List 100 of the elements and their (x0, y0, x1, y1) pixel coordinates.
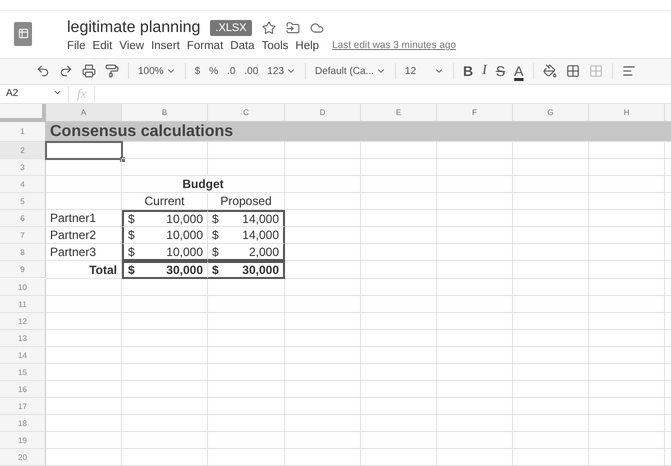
selected-cell[interactable] (45, 141, 123, 160)
grid-cell[interactable] (437, 210, 513, 227)
grid-cell[interactable] (208, 313, 285, 330)
grid-cell[interactable] (361, 261, 437, 279)
grid-cell[interactable] (285, 279, 361, 296)
grid-cell[interactable] (589, 176, 665, 193)
grid-cell[interactable] (122, 296, 208, 313)
menu-item[interactable]: Help (295, 40, 320, 52)
grid-cell[interactable] (361, 279, 437, 296)
column-header[interactable]: E (361, 104, 437, 122)
grid-cell[interactable] (46, 193, 122, 210)
column-header[interactable]: F (437, 104, 513, 122)
merge-cells-icon[interactable] (588, 64, 603, 78)
grid-cell[interactable] (589, 449, 665, 466)
grid-cell[interactable] (513, 330, 589, 347)
grid-cell[interactable] (361, 296, 437, 313)
fill-color-icon[interactable] (542, 64, 557, 78)
grid-cell[interactable] (437, 347, 513, 364)
grid-cell[interactable] (589, 364, 665, 381)
grid-cell[interactable] (589, 193, 665, 210)
grid-cell[interactable] (513, 415, 589, 432)
grid-cell[interactable] (285, 313, 361, 330)
grid-cell[interactable]: Proposed (208, 193, 285, 210)
grid-cell[interactable] (361, 415, 437, 432)
grid-cell[interactable] (589, 142, 665, 159)
redo-icon[interactable] (59, 64, 73, 78)
grid-cell[interactable] (361, 142, 437, 159)
grid-cell[interactable] (589, 432, 665, 449)
grid-cell[interactable] (122, 364, 208, 381)
select-all-corner[interactable] (0, 104, 46, 122)
grid-cell[interactable] (285, 449, 361, 466)
grid-cell[interactable] (437, 244, 513, 261)
italic-button[interactable]: I (482, 63, 487, 80)
grid-cell[interactable] (437, 296, 513, 313)
grid-cell[interactable] (208, 347, 285, 364)
grid-cell[interactable] (285, 210, 361, 227)
align-icon[interactable] (622, 64, 636, 78)
grid-cell[interactable] (285, 296, 361, 313)
grid-cell[interactable]: Partner2 (46, 227, 122, 244)
grid-cell[interactable] (513, 210, 589, 227)
grid-cell[interactable] (513, 347, 589, 364)
amount-cell[interactable]: $ 10,000 (122, 227, 208, 244)
name-box[interactable]: A2 (0, 88, 68, 100)
grid-cell[interactable] (513, 449, 589, 466)
amount-cell[interactable]: $ 10,000 (122, 210, 208, 227)
menu-item[interactable]: Insert (151, 40, 180, 52)
grid-cell[interactable] (122, 142, 208, 159)
grid-cell[interactable] (513, 313, 589, 330)
grid-cell[interactable] (46, 330, 122, 347)
grid-cell[interactable] (437, 432, 513, 449)
amount-cell[interactable]: $ 2,000 (208, 244, 285, 261)
grid-cell[interactable] (122, 279, 208, 296)
grid-cell[interactable] (437, 193, 513, 210)
grid-cell[interactable] (46, 347, 122, 364)
grid-cell[interactable] (361, 193, 437, 210)
print-icon[interactable] (82, 64, 96, 78)
grid-cell[interactable] (46, 415, 122, 432)
grid-cell[interactable] (285, 227, 361, 244)
grid-cell[interactable] (513, 193, 589, 210)
grid-cell[interactable] (361, 244, 437, 261)
grid-cell[interactable]: Partner3 (46, 244, 122, 261)
menu-item[interactable]: Edit (92, 40, 112, 52)
grid-cell[interactable] (513, 227, 589, 244)
grid-cell[interactable] (46, 381, 122, 398)
grid-cell[interactable] (513, 142, 589, 159)
grid-cell[interactable] (208, 364, 285, 381)
grid-cell[interactable] (513, 279, 589, 296)
grid-cell[interactable] (589, 330, 665, 347)
grid-cell[interactable] (361, 210, 437, 227)
grid-cell[interactable] (208, 398, 285, 415)
fill-handle[interactable] (120, 157, 125, 162)
grid-cell[interactable] (285, 330, 361, 347)
grid-cell[interactable] (46, 398, 122, 415)
grid-cell[interactable] (361, 449, 437, 466)
amount-cell[interactable]: $ 14,000 (208, 210, 285, 227)
grid-cell[interactable]: Partner1 (46, 210, 122, 227)
column-header[interactable]: C (208, 104, 285, 122)
grid-cell[interactable] (513, 176, 589, 193)
grid-cell[interactable]: Total (46, 261, 122, 279)
grid-cell[interactable] (589, 227, 665, 244)
folder-icon[interactable] (286, 20, 300, 35)
grid-cell[interactable] (208, 279, 285, 296)
grid-cell[interactable] (46, 176, 122, 193)
grid-cell[interactable] (437, 449, 513, 466)
grid-cell[interactable] (122, 415, 208, 432)
grid-cell[interactable] (285, 398, 361, 415)
grid-cell[interactable] (589, 347, 665, 364)
column-header[interactable]: B (122, 104, 208, 122)
document-title[interactable]: legitimate planning (67, 18, 200, 37)
grid-cell[interactable] (589, 381, 665, 398)
grid-cell[interactable] (589, 415, 665, 432)
grid-cell[interactable] (122, 347, 208, 364)
grid-cell[interactable] (208, 142, 285, 159)
grid-cell[interactable] (437, 227, 513, 244)
cloud-icon[interactable] (310, 20, 324, 35)
paint-format-icon[interactable] (105, 64, 119, 78)
grid-cell[interactable] (285, 347, 361, 364)
grid-cell[interactable] (437, 313, 513, 330)
amount-cell[interactable]: $ 30,000 (122, 261, 208, 279)
grid-cell[interactable] (513, 296, 589, 313)
